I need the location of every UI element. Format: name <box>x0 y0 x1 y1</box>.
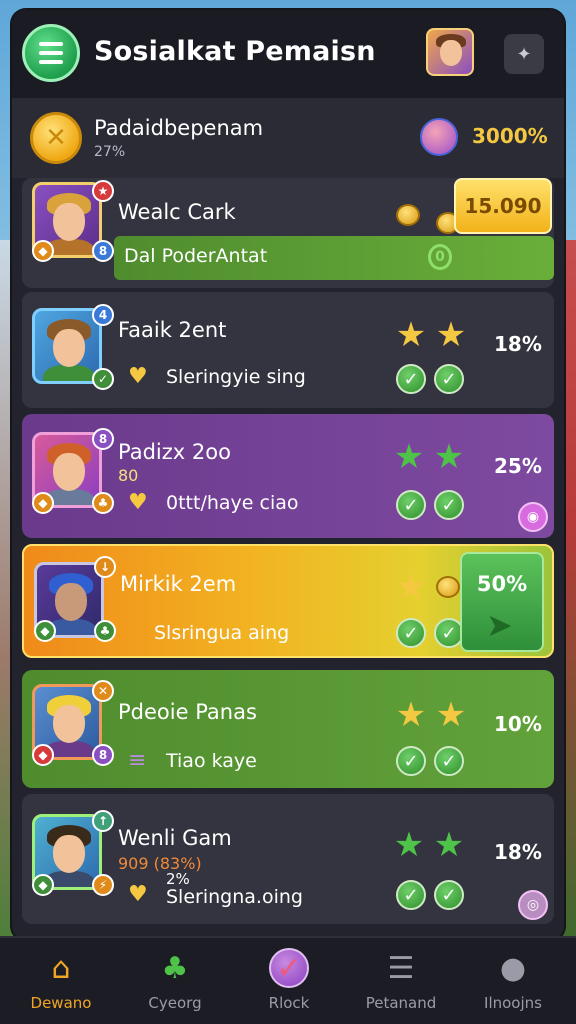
player-percent: 18% <box>494 840 542 864</box>
player-name: Wenli Gam <box>118 826 232 850</box>
player-tag: Slsringua aing <box>154 622 290 644</box>
check-icon: ✓ <box>434 364 464 394</box>
player-tag: Sleringyie sing <box>166 366 306 388</box>
star-icon: ★ <box>395 695 427 735</box>
progress-bar: Dal PoderAntat 0 <box>114 236 554 280</box>
player-name: Wealc Cark <box>118 200 236 224</box>
check-icon: ✓ <box>396 746 426 776</box>
nav-label: Ilnoojns <box>484 994 542 1012</box>
list-icon: ☰ <box>387 950 415 986</box>
check-icon: ✓ <box>396 490 426 520</box>
player-percent: 10% <box>494 712 542 736</box>
progress-value: 0 <box>428 244 452 270</box>
shield-badge: ◆ <box>34 620 56 642</box>
star-icon: ★ <box>435 695 467 735</box>
star-icon: ★ <box>433 825 465 865</box>
shield-badge: ◆ <box>32 492 54 514</box>
star-icon: ★ <box>395 315 427 355</box>
leaderboard-panel: Sosialkat Pemaisn ✦ ✕ Padaidbepenam 27% … <box>12 10 564 940</box>
hamburger-menu-icon[interactable] <box>22 24 80 82</box>
star-icon: ★ <box>393 437 425 477</box>
player-percent: 50% <box>476 572 528 596</box>
level-badge: ♣ <box>92 492 114 514</box>
rank-badge: 8 <box>92 428 114 450</box>
nav-item-check[interactable]: ✓ Rlock <box>234 948 344 1012</box>
emblem-icon: ◉ <box>518 502 548 532</box>
star-icon: ★ <box>393 825 425 865</box>
settings-icon[interactable]: ✦ <box>504 34 544 74</box>
summary-name: Padaidbepenam <box>94 116 264 140</box>
level-badge: 8 <box>92 240 114 262</box>
check-icon: ✓ <box>396 364 426 394</box>
shield-badge: ◆ <box>32 240 54 262</box>
star-icon: ★ <box>395 567 427 607</box>
check-badge-icon: ✓ <box>269 948 309 988</box>
progress-label: Dal PoderAntat <box>124 245 268 267</box>
nav-label: Dewano <box>30 994 92 1012</box>
potion-icon <box>420 118 458 156</box>
level-badge: 8 <box>92 744 114 766</box>
profile-avatar[interactable] <box>426 28 474 76</box>
emblem-icon: ◎ <box>518 890 548 920</box>
player-percent: 25% <box>494 454 542 478</box>
rank-badge: 4 <box>92 304 114 326</box>
heart-icon: ♥ <box>128 490 148 515</box>
check-icon: ✓ <box>434 746 464 776</box>
player-tag: 0ttt/haye ciao <box>166 492 299 514</box>
heart-icon: ♥ <box>128 882 148 907</box>
player-tag: Tiao kaye <box>166 750 257 772</box>
coin-icon: ✕ <box>30 112 82 164</box>
nav-item-profile[interactable]: ● Ilnoojns <box>458 948 568 1013</box>
leaderboard-row[interactable]: ✕ 8 ◆ Pdeoie Panas ≡ Tiao kaye ★ ★ ✓ ✓ 1… <box>22 670 554 788</box>
summary-row: ✕ Padaidbepenam 27% 3000% <box>12 98 564 178</box>
page-title: Sosialkat Pemaisn <box>94 36 376 67</box>
summary-percent: 3000% <box>472 124 548 148</box>
check-icon: ✓ <box>396 880 426 910</box>
level-badge: ✓ <box>92 368 114 390</box>
shield-badge: ◆ <box>32 874 54 896</box>
header-bar: Sosialkat Pemaisn ✦ <box>12 10 564 98</box>
profile-icon: ● <box>499 950 527 986</box>
player-percent: 18% <box>494 332 542 356</box>
leaderboard-row[interactable]: ↑ ⚡ ◆ Wenli Gam 909 (83%) 2% ♥ Sleringna… <box>22 794 554 924</box>
score-button[interactable]: 15.090 <box>454 178 552 234</box>
arrow-icon: ➤ <box>486 606 513 644</box>
check-icon: ✓ <box>396 618 426 648</box>
home-icon: ⌂ <box>51 950 71 986</box>
nav-item-home[interactable]: ⌂ Dewano <box>6 948 116 1013</box>
nav-label: Rlock <box>268 994 310 1012</box>
player-name: Pdeoie Panas <box>118 700 257 724</box>
rank-badge: ↑ <box>92 810 114 832</box>
level-badge: ⚡ <box>92 874 114 896</box>
nav-item-list[interactable]: ☰ Petanand <box>346 948 456 1013</box>
shield-badge: ◆ <box>32 744 54 766</box>
level-badge: ♣ <box>94 620 116 642</box>
potion-icon <box>436 576 460 598</box>
nav-label: Petanand <box>365 994 437 1012</box>
bottom-nav: ⌂ Dewano ♣ Cyeorg ✓ Rlock ☰ Petanand ● I… <box>0 936 576 1024</box>
rank-badge: ↓ <box>94 556 116 578</box>
avatar <box>32 308 102 384</box>
leaderboard-row[interactable]: 8 ♣ ◆ Padizx 2oo 80 ♥ 0ttt/haye ciao ★ ★… <box>22 414 554 538</box>
coin-stack-icon: ≡ <box>128 748 147 773</box>
player-name: Padizx 2oo <box>118 440 231 464</box>
gift-icon: ♣ <box>161 950 189 986</box>
player-name: Faaik 2ent <box>118 318 227 342</box>
summary-sub: 27% <box>94 144 126 160</box>
rank-badge: ★ <box>92 180 114 202</box>
player-sub: 80 <box>118 466 139 485</box>
nav-label: Cyeorg <box>148 994 202 1012</box>
star-icon: ★ <box>435 315 467 355</box>
star-icon: ★ <box>433 437 465 477</box>
rank-badge: ✕ <box>92 680 114 702</box>
player-tag: Sleringna.oing <box>166 886 303 908</box>
leaderboard-row[interactable]: 4 ✓ Faaik 2ent ♥ Sleringyie sing ★ ★ ✓ ✓… <box>22 292 554 408</box>
nav-item-gift[interactable]: ♣ Cyeorg <box>120 948 230 1013</box>
check-icon: ✓ <box>434 490 464 520</box>
heart-icon: ♥ <box>128 364 148 389</box>
claim-button[interactable]: 50% ➤ <box>460 552 544 652</box>
check-icon: ✓ <box>434 880 464 910</box>
player-name: Mirkik 2em <box>120 572 237 596</box>
coin-icon <box>396 204 420 226</box>
